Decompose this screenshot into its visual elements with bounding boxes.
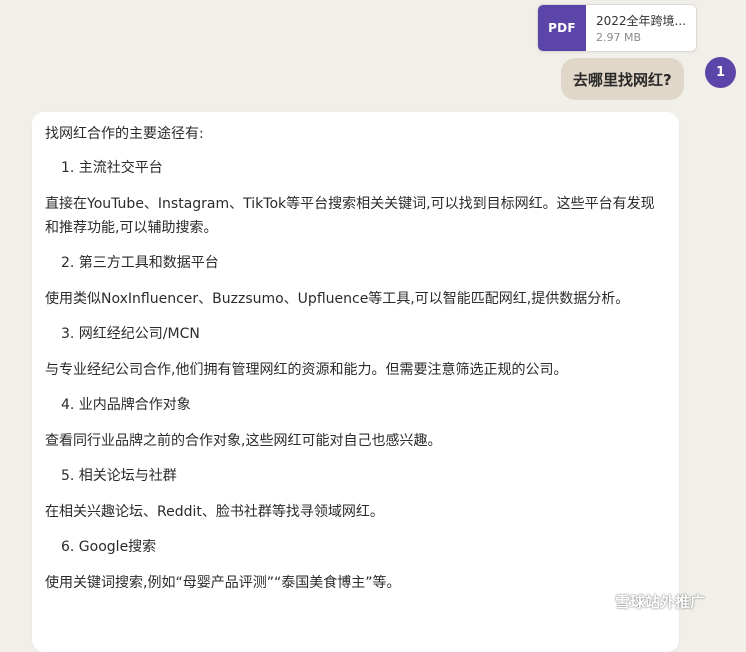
section-heading: 1. 主流社交平台 xyxy=(61,160,163,176)
response-intro: 找网红合作的主要途径有: xyxy=(45,126,204,142)
section-body: 查看同行业品牌之前的合作对象,这些网红可能对自己也感兴趣。 xyxy=(45,433,442,449)
assistant-response-card: 找网红合作的主要途径有: 1. 主流社交平台 直接在YouTube、Instag… xyxy=(32,112,679,652)
watermark: 雪球站外推广 xyxy=(583,591,705,612)
section-body: 与专业经纪公司合作,他们拥有管理网红的资源和能力。但需要注意筛选正规的公司。 xyxy=(45,362,568,378)
file-info: 2022全年跨境... 2.97 MB xyxy=(586,5,696,51)
user-message-bubble: 去哪里找网红? xyxy=(561,58,684,100)
section-body: 在相关兴趣论坛、Reddit、脸书社群等找寻领域网红。 xyxy=(45,504,384,520)
wechat-icon xyxy=(583,592,607,611)
section-heading: 3. 网红经纪公司/MCN xyxy=(61,326,200,342)
section-body: 使用关键词搜索,例如“母婴产品评测”“泰国美食博主”等。 xyxy=(45,575,401,591)
section-heading: 2. 第三方工具和数据平台 xyxy=(61,255,219,271)
user-avatar[interactable]: 1 xyxy=(705,57,736,88)
section-heading: 5. 相关论坛与社群 xyxy=(61,468,177,484)
section-body: 使用类似NoxInfluencer、Buzzsumo、Upfluence等工具,… xyxy=(45,291,630,307)
section-heading: 4. 业内品牌合作对象 xyxy=(61,397,191,413)
section-body: 直接在YouTube、Instagram、TikTok等平台搜索相关关键词,可以… xyxy=(45,196,655,236)
file-name: 2022全年跨境... xyxy=(596,14,686,28)
file-size: 2.97 MB xyxy=(596,31,642,44)
pdf-file-icon: PDF xyxy=(538,5,586,51)
pdf-attachment-card[interactable]: PDF 2022全年跨境... 2.97 MB xyxy=(537,4,697,52)
watermark-text: 雪球站外推广 xyxy=(615,593,706,611)
section-heading: 6. Google搜索 xyxy=(61,539,157,555)
